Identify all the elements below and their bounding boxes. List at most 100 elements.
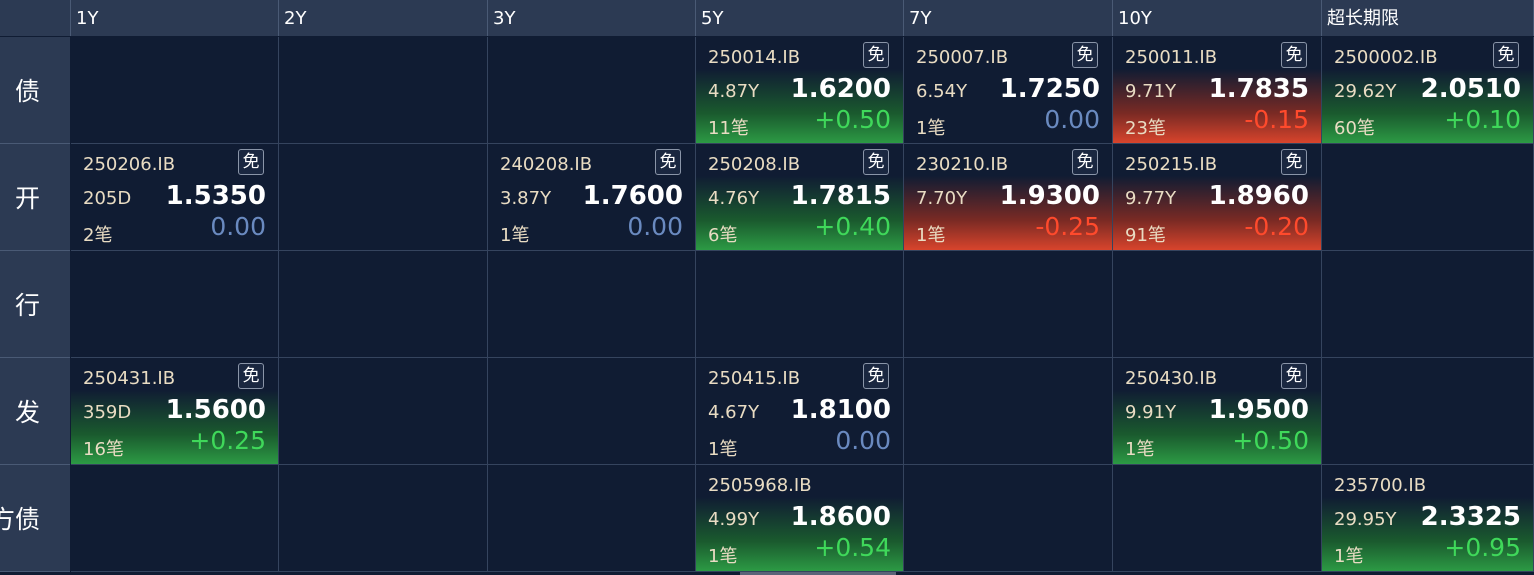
bond-quote-cell[interactable]: 235700.IB 29.95Y 2.3325 1笔 +0.95 — [1322, 465, 1534, 572]
row-label-text: 发 — [14, 398, 40, 427]
remaining-term: 359D — [83, 402, 132, 423]
bond-code: 2505968.IB — [708, 475, 812, 496]
empty-cell — [488, 358, 696, 465]
deal-count: 11笔 — [708, 118, 749, 139]
remaining-term: 9.71Y — [1125, 81, 1177, 102]
row-label[interactable]: 行 — [0, 251, 70, 358]
row-label-text: 行 — [14, 291, 40, 320]
yield-change: 0.00 — [627, 212, 683, 241]
yield-value: 1.6200 — [790, 74, 891, 104]
yield-value: 1.7250 — [999, 74, 1100, 104]
row-label[interactable]: 发 — [0, 358, 70, 465]
deal-count: 1笔 — [708, 439, 738, 460]
yield-change: +0.10 — [1444, 105, 1521, 134]
deal-count: 1笔 — [1125, 439, 1155, 460]
row-label-text: 债 — [14, 77, 40, 106]
empty-cell — [488, 37, 696, 144]
bond-quote-cell[interactable]: 2500002.IB 免 29.62Y 2.0510 60笔 +0.10 — [1322, 37, 1534, 144]
empty-cell — [279, 465, 488, 572]
column-header[interactable]: 1Y — [71, 0, 279, 36]
remaining-term: 9.91Y — [1125, 402, 1177, 423]
yield-value: 1.9300 — [999, 181, 1100, 211]
deal-count: 1笔 — [1334, 546, 1364, 567]
yield-change: 0.00 — [1044, 105, 1100, 134]
remaining-term: 4.87Y — [708, 81, 760, 102]
bond-quote-cell[interactable]: 250431.IB 免 359D 1.5600 16笔 +0.25 — [71, 358, 279, 465]
tax-free-badge: 免 — [863, 363, 889, 389]
remaining-term: 29.62Y — [1334, 81, 1397, 102]
column-header[interactable]: 2Y — [279, 0, 488, 36]
bond-code: 250206.IB — [83, 154, 176, 175]
tax-free-badge: 免 — [655, 149, 681, 175]
yield-value: 1.8600 — [790, 502, 891, 532]
column-header[interactable]: 7Y — [904, 0, 1113, 36]
tax-free-badge: 免 — [1281, 149, 1307, 175]
yield-value: 1.8960 — [1208, 181, 1309, 211]
row-label-text: 方债 — [0, 505, 40, 534]
empty-cell — [279, 358, 488, 465]
deal-count: 23笔 — [1125, 118, 1166, 139]
yield-value: 1.7600 — [582, 181, 683, 211]
bond-code: 250011.IB — [1125, 47, 1218, 68]
empty-cell — [1113, 465, 1322, 572]
bond-quote-cell[interactable]: 250208.IB 免 4.76Y 1.7815 6笔 +0.40 — [696, 144, 904, 251]
bond-quote-cell[interactable]: 250215.IB 免 9.77Y 1.8960 91笔 -0.20 — [1113, 144, 1322, 251]
empty-cell — [1322, 144, 1534, 251]
yield-change: +0.25 — [189, 426, 266, 455]
yield-change: +0.40 — [814, 212, 891, 241]
bond-code: 250431.IB — [83, 368, 176, 389]
yield-change: 0.00 — [835, 426, 891, 455]
bond-quote-cell[interactable]: 250415.IB 免 4.67Y 1.8100 1笔 0.00 — [696, 358, 904, 465]
bond-code: 235700.IB — [1334, 475, 1427, 496]
yield-value: 1.9500 — [1208, 395, 1309, 425]
column-header[interactable]: 5Y — [696, 0, 904, 36]
bond-quote-cell[interactable]: 250206.IB 免 205D 1.5350 2笔 0.00 — [71, 144, 279, 251]
column-header[interactable]: 10Y — [1113, 0, 1322, 36]
tax-free-badge: 免 — [1493, 42, 1519, 68]
empty-cell — [696, 251, 904, 358]
deal-count: 16笔 — [83, 439, 124, 460]
tax-free-badge: 免 — [863, 149, 889, 175]
remaining-term: 4.76Y — [708, 188, 760, 209]
yield-change: -0.25 — [1035, 212, 1100, 241]
remaining-term: 7.70Y — [916, 188, 968, 209]
yield-change: 0.00 — [210, 212, 266, 241]
deal-count: 1笔 — [916, 225, 946, 246]
yield-change: -0.15 — [1244, 105, 1309, 134]
yield-change: +0.50 — [1232, 426, 1309, 455]
remaining-term: 29.95Y — [1334, 509, 1397, 530]
yield-change: -0.20 — [1244, 212, 1309, 241]
column-header[interactable]: 超长期限 — [1322, 0, 1534, 36]
deal-count: 60笔 — [1334, 118, 1375, 139]
bond-quote-cell[interactable]: 2505968.IB 4.99Y 1.8600 1笔 +0.54 — [696, 465, 904, 572]
empty-cell — [1322, 358, 1534, 465]
deal-count: 6笔 — [708, 225, 738, 246]
remaining-term: 3.87Y — [500, 188, 552, 209]
row-label[interactable]: 方债 — [0, 465, 70, 572]
tax-free-badge: 免 — [238, 149, 264, 175]
bond-quote-cell[interactable]: 240208.IB 免 3.87Y 1.7600 1笔 0.00 — [488, 144, 696, 251]
empty-cell — [488, 465, 696, 572]
deal-count: 2笔 — [83, 225, 113, 246]
bond-quote-cell[interactable]: 250430.IB 免 9.91Y 1.9500 1笔 +0.50 — [1113, 358, 1322, 465]
column-header[interactable]: 3Y — [488, 0, 696, 36]
bond-quote-cell[interactable]: 230210.IB 免 7.70Y 1.9300 1笔 -0.25 — [904, 144, 1113, 251]
row-label[interactable]: 开 — [0, 144, 70, 251]
bond-code: 250415.IB — [708, 368, 801, 389]
tax-free-badge: 免 — [1281, 363, 1307, 389]
bond-code: 250215.IB — [1125, 154, 1218, 175]
tax-free-badge: 免 — [1072, 149, 1098, 175]
empty-cell — [904, 251, 1113, 358]
yield-value: 1.5600 — [165, 395, 266, 425]
empty-cell — [279, 251, 488, 358]
bond-quote-cell[interactable]: 250011.IB 免 9.71Y 1.7835 23笔 -0.15 — [1113, 37, 1322, 144]
row-label[interactable]: 债 — [0, 37, 70, 144]
bond-code: 250014.IB — [708, 47, 801, 68]
deal-count: 91笔 — [1125, 225, 1166, 246]
tax-free-badge: 免 — [863, 42, 889, 68]
remaining-term: 6.54Y — [916, 81, 968, 102]
bond-quote-cell[interactable]: 250007.IB 免 6.54Y 1.7250 1笔 0.00 — [904, 37, 1113, 144]
empty-cell — [904, 465, 1113, 572]
bond-quote-cell[interactable]: 250014.IB 免 4.87Y 1.6200 11笔 +0.50 — [696, 37, 904, 144]
empty-cell — [1322, 251, 1534, 358]
